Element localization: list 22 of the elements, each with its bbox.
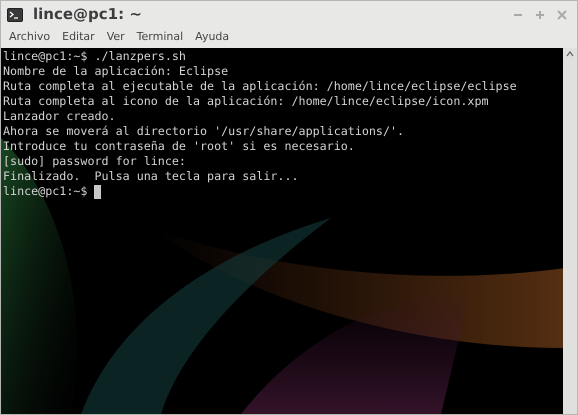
menu-item[interactable]: Editar xyxy=(62,29,95,46)
menu-item[interactable]: Ayuda xyxy=(195,29,230,46)
window-title: lince@pc1: ~ xyxy=(33,4,142,26)
menu-item[interactable]: Archivo xyxy=(9,29,50,46)
terminal-line: [sudo] password for lince: xyxy=(3,154,186,169)
terminal-line: Ruta completa al icono de la aplicación: /home/lince/eclipse/icon.xpm xyxy=(3,94,489,109)
close-icon[interactable] xyxy=(557,10,567,20)
terminal-prompt: lince@pc1:~$ xyxy=(3,184,88,199)
menu-item[interactable]: Ver xyxy=(106,29,125,46)
terminal-line: Nombre de la aplicación: Eclipse xyxy=(3,64,228,79)
scrollbar[interactable] xyxy=(563,48,577,414)
terminal-line: Ahora se moverá al directorio '/usr/share/applications/'. xyxy=(3,124,404,139)
terminal-line: Ruta completa al ejecutable de la aplicación: /home/lince/eclipse/eclipse xyxy=(3,79,517,94)
maximize-icon[interactable] xyxy=(535,10,545,20)
menu-item[interactable]: Terminal xyxy=(136,29,184,46)
terminal-line: Lanzador creado. xyxy=(3,109,116,124)
terminal-line: Introduce tu contraseña de 'root' si es necesario. xyxy=(3,139,355,154)
terminal-line: lince@pc1:~$ ./lanzpers.sh xyxy=(3,49,186,64)
terminal-line: Finalizado. Pulsa una tecla para salir... xyxy=(3,169,299,184)
cursor-block xyxy=(94,184,102,198)
scroll-up-icon[interactable] xyxy=(566,51,574,57)
terminal-icon xyxy=(7,8,23,22)
